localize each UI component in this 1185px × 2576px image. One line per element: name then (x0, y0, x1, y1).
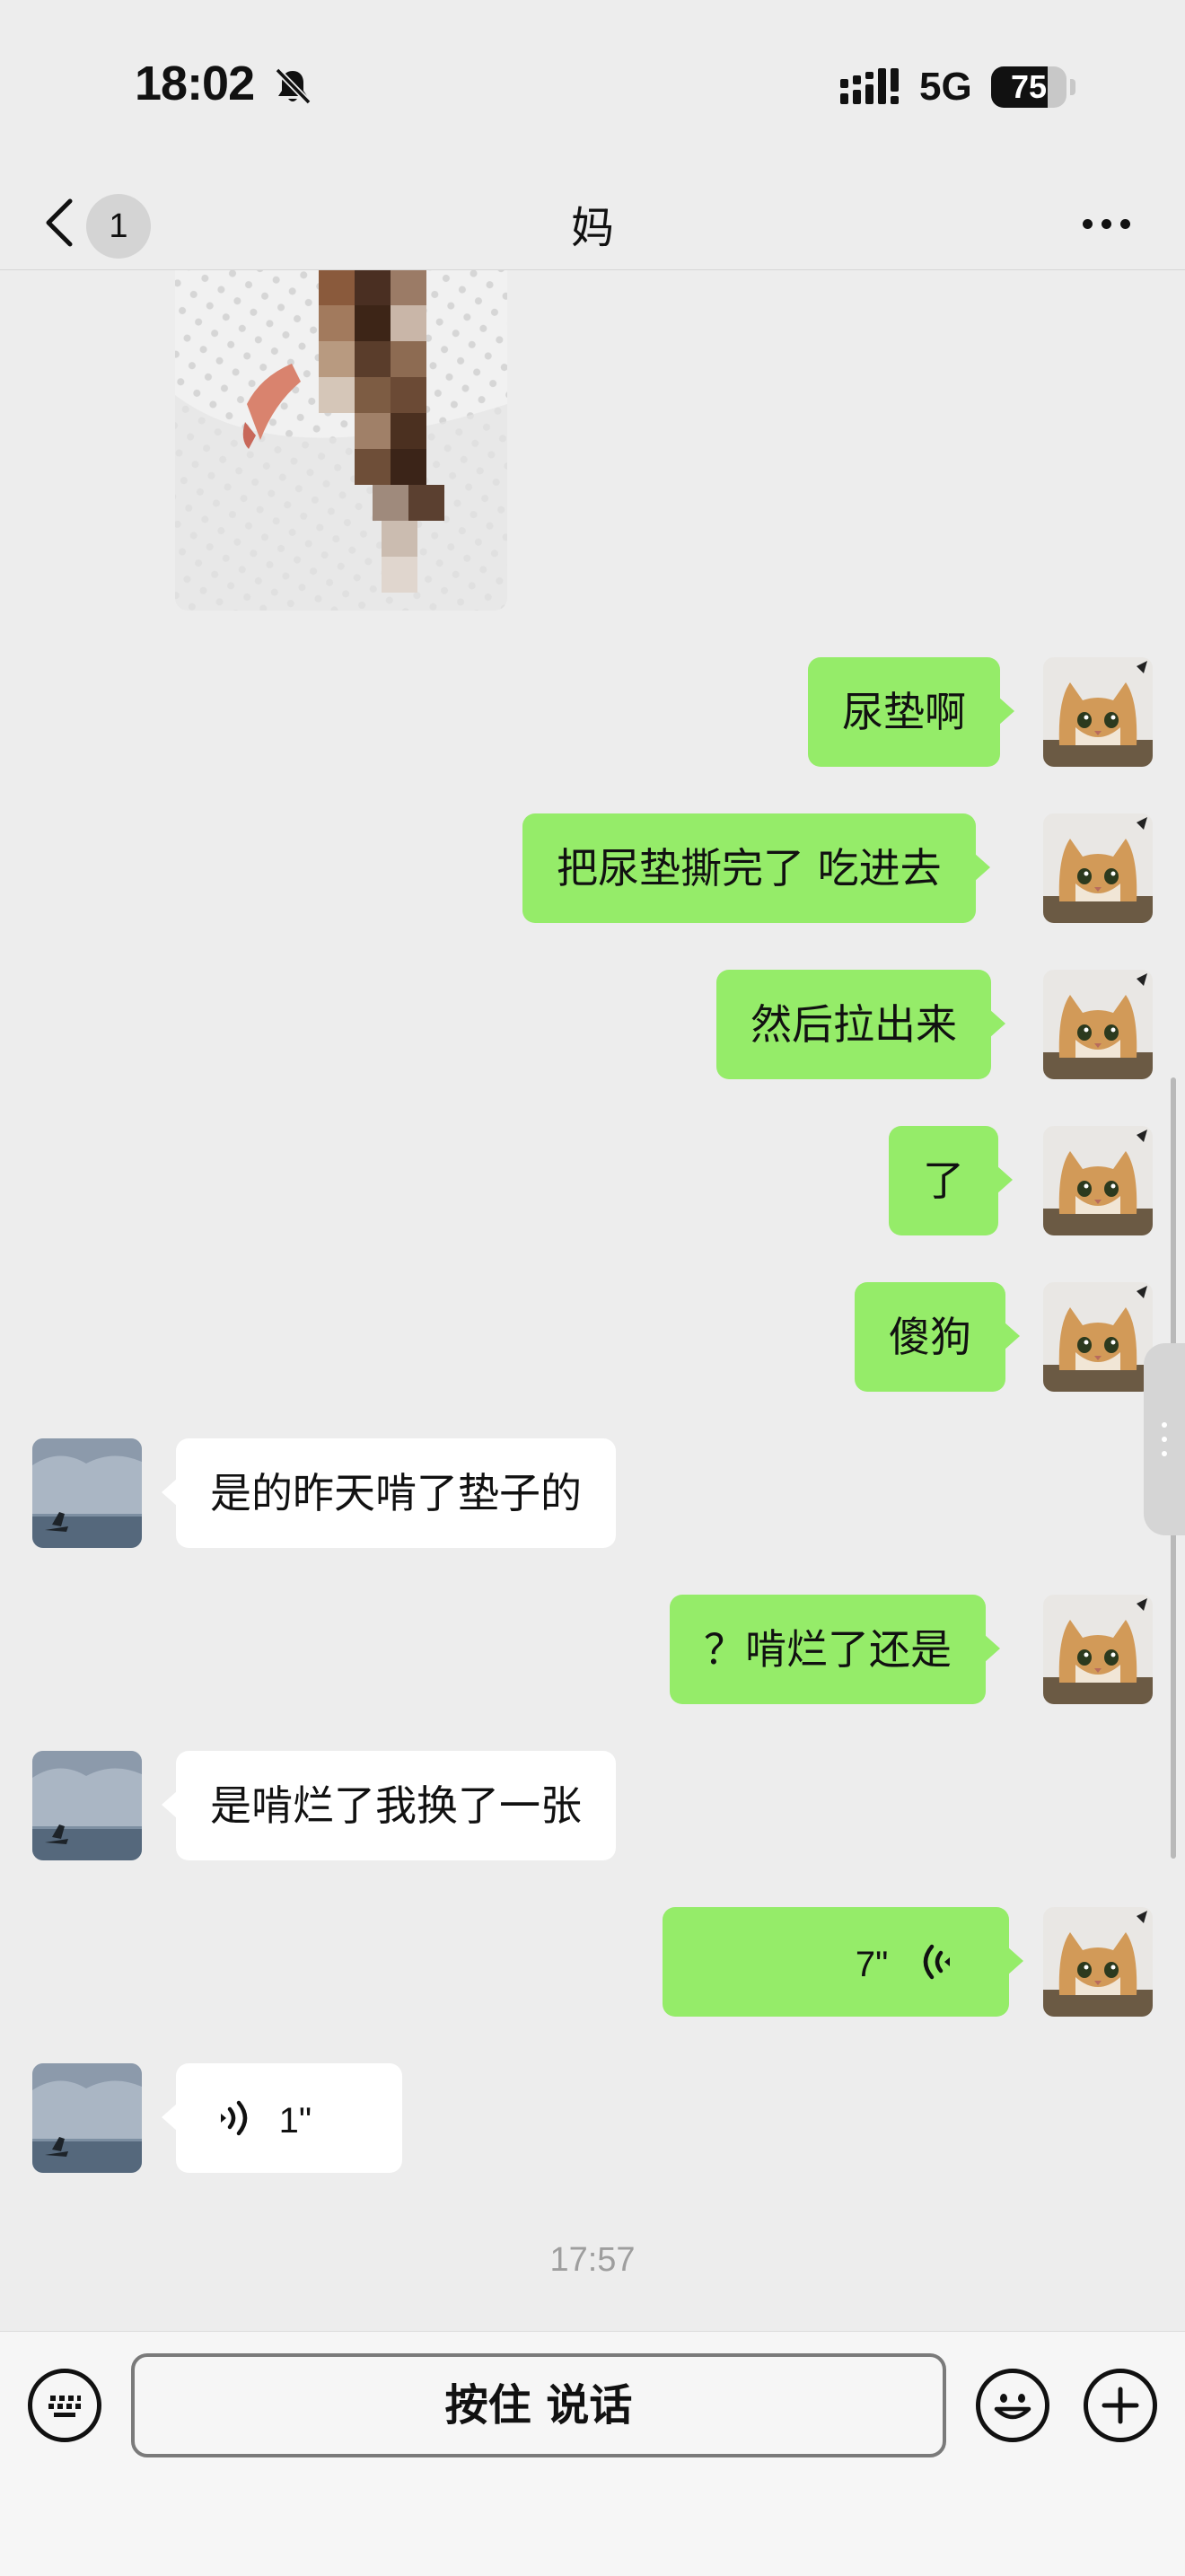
status-time: 18:02 (135, 57, 255, 110)
message-bubble-sent[interactable]: 然后拉出来 (716, 970, 1005, 1079)
avatar-contact[interactable] (32, 1751, 142, 1860)
cat-avatar-icon (1043, 1126, 1153, 1235)
avatar-self[interactable] (1043, 813, 1153, 923)
message-timestamp: 17:57 (549, 2241, 636, 2279)
battery-icon: 75 (991, 66, 1077, 108)
avatar-self[interactable] (1043, 1282, 1153, 1392)
message-bubble-received[interactable]: 是的昨天啃了垫子的 (162, 1438, 616, 1548)
avatar-contact[interactable] (32, 2063, 142, 2173)
message-bubble-sent[interactable]: 把尿垫撕完了 吃进去 (522, 813, 990, 923)
cat-avatar-icon (1043, 657, 1153, 767)
voice-message-sent[interactable]: 7" (663, 1907, 1023, 2017)
more-functions-button[interactable] (1084, 2369, 1157, 2442)
avatar-self[interactable] (1043, 970, 1153, 1079)
avatar-self[interactable] (1043, 1907, 1153, 2017)
side-drawer-handle[interactable] (1144, 1343, 1185, 1535)
message-bubble-sent[interactable]: 傻狗 (855, 1282, 1020, 1392)
keyboard-icon (48, 2396, 81, 2417)
emoji-icon (994, 2394, 1031, 2420)
message-bubble-received[interactable]: 是啃烂了我换了一张 (162, 1751, 616, 1860)
voice-duration: 1" (278, 2101, 312, 2141)
image-message[interactable] (175, 269, 507, 611)
avatar-contact[interactable] (32, 1438, 142, 1548)
cat-avatar-icon (1043, 1595, 1153, 1704)
avatar-self[interactable] (1043, 657, 1153, 767)
message-bubble-sent[interactable]: 尿垫啊 (808, 657, 1014, 767)
chat-header: 1 妈 (0, 171, 1185, 270)
cat-avatar-icon (1043, 1907, 1153, 2017)
input-bar: 按住 说话 (0, 2331, 1185, 2576)
voice-wave-icon (923, 1944, 950, 1979)
message-bubble-sent[interactable]: 了 (889, 1126, 1013, 1235)
message-list[interactable]: 尿垫啊 把尿垫撕完了 吃进去 然后拉出来 了 傻狗 是的昨天啃了垫子的 ？啃烂了… (0, 269, 1185, 2331)
mute-bell-icon (275, 67, 312, 105)
message-bubble-sent[interactable]: ？啃烂了还是 (670, 1595, 1000, 1704)
cat-avatar-icon (1043, 813, 1153, 923)
network-label: 5G (919, 65, 972, 109)
emoji-button[interactable] (976, 2369, 1049, 2442)
avatar-self[interactable] (1043, 1126, 1153, 1235)
plus-icon (1102, 2387, 1139, 2424)
more-button[interactable] (1059, 189, 1158, 251)
cat-avatar-icon (1043, 1282, 1153, 1392)
chat-title: 妈 (570, 203, 614, 253)
more-dots-icon (1083, 215, 1139, 233)
voice-wave-icon (221, 2100, 248, 2135)
seascape-avatar-icon (32, 2063, 142, 2173)
status-bar: 18:02 5G 75 (0, 0, 1185, 171)
seascape-avatar-icon (32, 1438, 142, 1548)
voice-message-received[interactable]: 1" (162, 2063, 402, 2173)
seascape-avatar-icon (32, 1751, 142, 1860)
avatar-self[interactable] (1043, 1595, 1153, 1704)
keyboard-toggle-button[interactable] (28, 2369, 101, 2442)
signal-icon (840, 68, 899, 104)
cat-avatar-icon (1043, 970, 1153, 1079)
hold-to-talk-button[interactable]: 按住 说话 (131, 2353, 946, 2457)
battery-level: 75 (1010, 68, 1048, 105)
blurred-photo (175, 269, 507, 611)
voice-duration: 7" (855, 1945, 889, 1984)
